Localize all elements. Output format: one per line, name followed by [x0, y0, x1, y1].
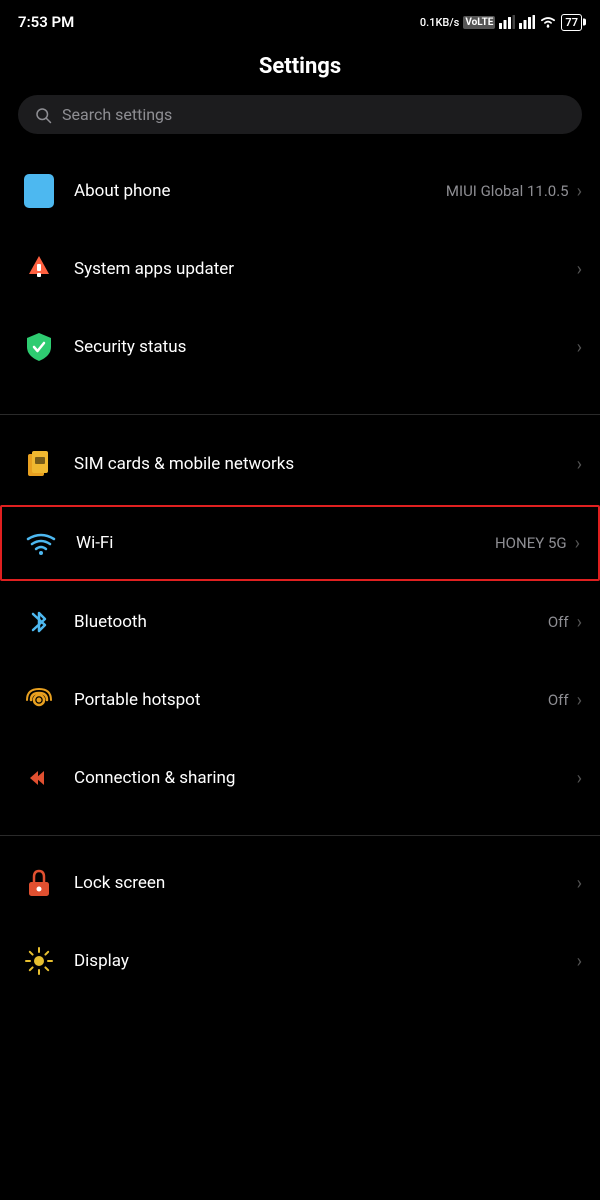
section-connectivity: SIM cards & mobile networks › Wi-Fi HONE…: [0, 425, 600, 817]
setting-item-wifi[interactable]: Wi-Fi HONEY 5G ›: [0, 505, 600, 581]
hotspot-label: Portable hotspot: [74, 690, 548, 710]
about-phone-value: MIUI Global 11.0.5: [446, 182, 569, 200]
setting-item-about-phone[interactable]: About phone MIUI Global 11.0.5 ›: [0, 152, 600, 230]
signal-icon-1: [499, 15, 515, 29]
signal-icon-2: [519, 15, 535, 29]
about-phone-label: About phone: [74, 181, 446, 201]
bluetooth-value: Off: [548, 613, 569, 631]
search-bar[interactable]: Search settings: [18, 95, 582, 134]
setting-item-display[interactable]: Display ›: [0, 922, 600, 1000]
wifi-label: Wi-Fi: [76, 533, 495, 553]
chevron-icon: ›: [577, 690, 582, 711]
status-time: 7:53 PM: [18, 13, 74, 31]
section-top: About phone MIUI Global 11.0.5 › System …: [0, 152, 600, 386]
display-label: Display: [74, 951, 573, 971]
section-gap-1: [0, 415, 600, 425]
bluetooth-icon: [18, 601, 60, 643]
chevron-icon: ›: [577, 259, 582, 280]
setting-item-bluetooth[interactable]: Bluetooth Off ›: [0, 583, 600, 661]
connection-icon: [18, 757, 60, 799]
section-gap-2: [0, 817, 600, 835]
hotspot-icon: [18, 679, 60, 721]
shield-icon: [18, 326, 60, 368]
display-icon: [18, 940, 60, 982]
setting-item-lock-screen[interactable]: Lock screen ›: [0, 844, 600, 922]
update-icon: [18, 248, 60, 290]
setting-item-security-status[interactable]: Security status ›: [0, 308, 600, 386]
status-bar: 7:53 PM 0.1KB/s VoLTE 77: [0, 0, 600, 40]
bluetooth-label: Bluetooth: [74, 612, 548, 632]
status-icons: 0.1KB/s VoLTE 77: [420, 14, 582, 31]
setting-item-sim-cards[interactable]: SIM cards & mobile networks ›: [0, 425, 600, 503]
phone-icon: [18, 170, 60, 212]
chevron-icon: ›: [577, 181, 582, 202]
search-container: Search settings: [0, 95, 600, 152]
section-divider-1: [0, 386, 600, 414]
system-apps-label: System apps updater: [74, 259, 573, 279]
lock-screen-label: Lock screen: [74, 873, 573, 893]
setting-item-system-apps-updater[interactable]: System apps updater ›: [0, 230, 600, 308]
section-gap-3: [0, 836, 600, 844]
lock-icon: [18, 862, 60, 904]
sim-cards-label: SIM cards & mobile networks: [74, 454, 573, 474]
hotspot-value: Off: [548, 691, 569, 709]
security-status-label: Security status: [74, 337, 573, 357]
chevron-icon: ›: [577, 337, 582, 358]
battery-icon: 77: [561, 14, 582, 31]
section-display: Lock screen › Display ›: [0, 844, 600, 1000]
chevron-icon: ›: [577, 873, 582, 894]
chevron-icon: ›: [577, 951, 582, 972]
connection-label: Connection & sharing: [74, 768, 573, 788]
wifi-value: HONEY 5G: [495, 534, 567, 552]
sim-icon: [18, 443, 60, 485]
search-placeholder: Search settings: [62, 105, 172, 124]
search-icon: [34, 106, 52, 124]
setting-item-portable-hotspot[interactable]: Portable hotspot Off ›: [0, 661, 600, 739]
chevron-icon: ›: [577, 454, 582, 475]
wifi-icon: [20, 522, 62, 564]
chevron-icon: ›: [575, 533, 580, 554]
page-title: Settings: [0, 40, 600, 95]
setting-item-connection-sharing[interactable]: Connection & sharing ›: [0, 739, 600, 817]
battery-level: 77: [565, 16, 578, 29]
network-speed: 0.1KB/s: [420, 16, 459, 29]
chevron-icon: ›: [577, 612, 582, 633]
chevron-icon: ›: [577, 768, 582, 789]
wifi-status-icon: [539, 15, 557, 29]
volte-icon: VoLTE: [463, 16, 495, 29]
